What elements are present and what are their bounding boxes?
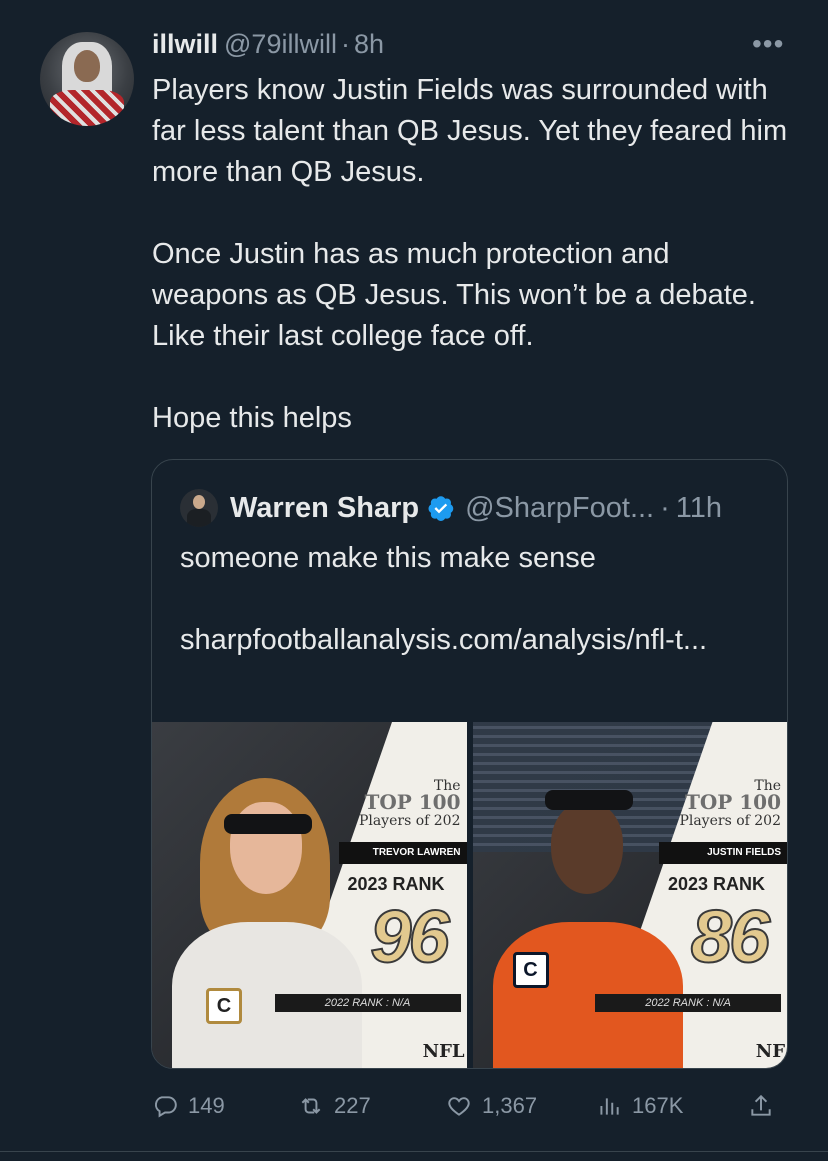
view-count: 167K [632, 1093, 684, 1118]
rank-label: 2023 RANK [667, 874, 765, 894]
player-photo: C [492, 762, 683, 1068]
tweet-paragraph: Once Justin has as much protection and w… [152, 238, 756, 352]
tweet-actions: 149 227 1,367 167K [152, 1086, 788, 1126]
captain-patch: C [206, 988, 242, 1024]
tweet-paragraph: Players know Justin Fields was surrounde… [152, 74, 788, 188]
rank-number: 86 [690, 894, 771, 979]
reply-button[interactable]: 149 [152, 1086, 225, 1126]
quoted-tweet[interactable]: Warren Sharp @SharpFoot... · 11h someone m… [151, 459, 788, 1069]
tweet-text: Players know Justin Fields was surrounde… [152, 70, 792, 439]
previous-rank: 2022 RANK : N/A [274, 994, 461, 1012]
top100-logo: The TOP 100 Players of 202 [679, 778, 781, 829]
quoted-tweet-time: 11h [675, 492, 723, 524]
quoted-author-avatar [180, 489, 218, 527]
nfl-logo: NF [755, 1041, 785, 1062]
captain-patch: C [512, 952, 549, 988]
quoted-author-handle: @SharpFoot... [465, 492, 655, 524]
reply-count: 149 [188, 1093, 225, 1118]
author-avatar[interactable] [40, 32, 134, 126]
media-image-lawrence[interactable]: C The TOP 100 Players of 202 TREVOR LAWR… [152, 722, 467, 1068]
player-photo: C [172, 762, 362, 1068]
avatar-shirt [50, 90, 124, 126]
avatar-face [74, 50, 100, 82]
like-button[interactable]: 1,367 [446, 1086, 537, 1126]
player-name-bar: TREVOR LAWREN [338, 842, 467, 864]
like-count: 1,367 [482, 1093, 538, 1118]
quoted-media[interactable]: C The TOP 100 Players of 202 TREVOR LAWR… [152, 722, 787, 1068]
tweet-header: illwill @79illwill · 8h [152, 26, 384, 62]
author-name[interactable]: illwill [152, 29, 218, 59]
like-icon [448, 1097, 470, 1116]
rank-label: 2023 RANK [347, 874, 445, 894]
retweet-button[interactable]: 227 [298, 1086, 371, 1126]
tweet-time[interactable]: 8h [354, 29, 384, 59]
separator-dot: · [340, 29, 350, 59]
quoted-tweet-header: Warren Sharp @SharpFoot... · 11h [180, 488, 722, 528]
author-handle[interactable]: @79illwill [224, 29, 337, 59]
rank-number: 96 [369, 894, 450, 979]
verified-badge-icon [428, 496, 454, 521]
tweet-paragraph: Hope this helps [152, 402, 352, 434]
nfl-logo: NFL [422, 1041, 465, 1062]
share-icon [751, 1094, 771, 1116]
quoted-link[interactable]: sharpfootballanalysis.com/analysis/nfl-t… [180, 620, 770, 661]
previous-rank: 2022 RANK : N/A [595, 994, 781, 1012]
retweet-count: 227 [334, 1093, 371, 1118]
share-button[interactable] [748, 1086, 784, 1126]
quoted-text: someone make this make sense [180, 542, 596, 574]
retweet-icon [301, 1098, 321, 1114]
tweet-divider [0, 1151, 828, 1152]
more-options-icon[interactable]: ••• [752, 28, 784, 60]
quoted-author-name: Warren Sharp [230, 492, 420, 524]
media-image-fields[interactable]: C The TOP 100 Players of 202 JUSTIN FIEL… [472, 722, 787, 1068]
top100-logo: The TOP 100 Players of 202 [358, 778, 461, 829]
player-name-bar: JUSTIN FIELDS [659, 842, 787, 864]
views-icon [600, 1098, 619, 1115]
reply-icon [155, 1096, 177, 1118]
views-button[interactable]: 167K [596, 1086, 683, 1126]
separator-dot: · [660, 492, 670, 524]
quoted-tweet-text: someone make this make sense sharpfootba… [180, 538, 770, 661]
